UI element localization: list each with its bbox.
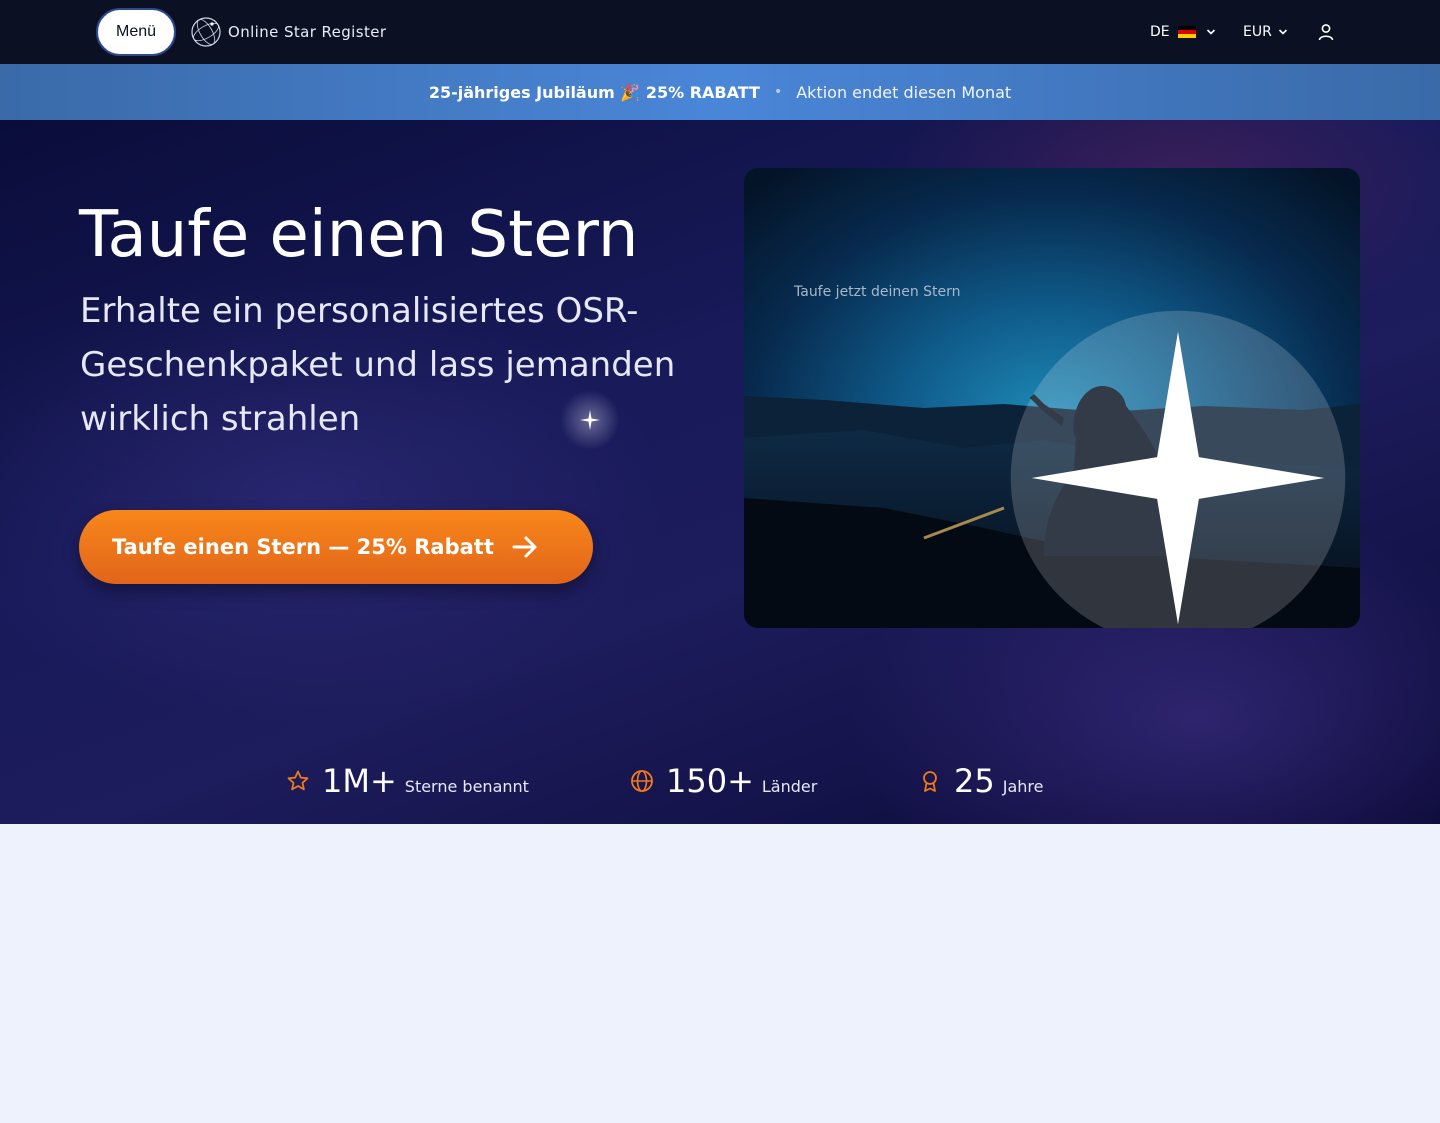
orbit-globe-icon: [191, 17, 221, 47]
chevron-down-icon: [1206, 29, 1215, 35]
currency-code: EUR: [1243, 24, 1272, 40]
page-body: [0, 824, 1440, 1123]
stat-number: 1M+: [322, 762, 397, 800]
arrow-right-icon: [512, 536, 537, 558]
menu-button[interactable]: Menü: [96, 8, 176, 56]
hero-title: Taufe einen Stern: [79, 198, 639, 272]
logo-text: Online Star Register: [228, 23, 387, 41]
promo-highlight: 25-jähriges Jubiläum 🎉 25% RABATT: [428, 82, 760, 102]
stat-label: Sterne benannt: [404, 777, 529, 796]
stats-row: 1M+ Sterne benannt 150+ Länder 25 Jahre: [0, 762, 1440, 802]
cta-label: Taufe einen Stern — 25% Rabatt: [112, 535, 494, 559]
currency-selector[interactable]: EUR: [1243, 22, 1288, 42]
promo-separator: •: [773, 84, 783, 100]
hero-image: Taufe jetzt deinen Stern: [744, 168, 1360, 628]
german-flag-icon: [1177, 26, 1196, 38]
star-sparkle-icon: [1010, 310, 1346, 628]
promo-message: Aktion endet diesen Monat: [796, 82, 1012, 102]
globe-icon: [631, 770, 653, 792]
star-icon: [287, 770, 309, 791]
image-caption: Taufe jetzt deinen Stern: [794, 284, 961, 300]
stat-number: 150+: [666, 762, 754, 800]
sparkle-icon: [560, 390, 620, 450]
stat-label: Jahre: [1002, 777, 1044, 796]
name-a-star-cta-button[interactable]: Taufe einen Stern — 25% Rabatt: [79, 510, 593, 584]
language-selector[interactable]: DE: [1150, 22, 1216, 42]
user-account-icon[interactable]: [1316, 22, 1336, 42]
stat-years: 25 Jahre: [918, 762, 1043, 800]
top-nav: Menü Online Star Register DE EUR: [0, 0, 1440, 64]
stat-label: Länder: [761, 777, 818, 796]
hero-section: Taufe einen Stern Erhalte ein personalis…: [0, 120, 1440, 824]
stat-countries: 150+ Länder: [630, 762, 817, 800]
promo-banner: 25-jähriges Jubiläum 🎉 25% RABATT • Akti…: [0, 64, 1440, 120]
language-code: DE: [1150, 24, 1170, 40]
award-icon: [923, 771, 937, 792]
stat-stars-named: 1M+ Sterne benannt: [286, 762, 529, 800]
site-logo[interactable]: Online Star Register: [190, 15, 386, 49]
chevron-down-icon: [1278, 29, 1287, 35]
stat-number: 25: [954, 762, 995, 800]
